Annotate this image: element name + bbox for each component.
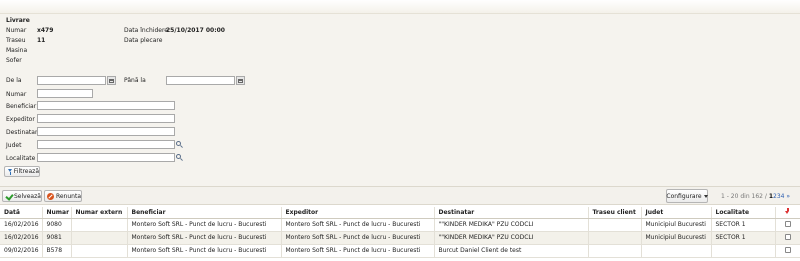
table-row[interactable]: 16/02/2016 9081 Montero Soft SRL - Punct… (0, 231, 800, 245)
row-checkbox[interactable] (784, 220, 791, 227)
cell (711, 244, 776, 258)
judet-label: Judet (6, 142, 22, 149)
cancel-icon (47, 192, 54, 200)
column-header-traseu-client[interactable]: Traseu client (588, 207, 642, 219)
numar-value: x479 (37, 27, 54, 34)
cell: B578 (42, 244, 72, 258)
cell: SECTOR 1 (711, 231, 776, 245)
pana-la-label: Până la (124, 77, 146, 84)
chevron-down-icon (703, 194, 708, 198)
cell (71, 218, 128, 232)
data-inchidere-value: 25/10/2017 00:00 (166, 27, 225, 34)
delivery-grid: Dată Numar Numar extern Beneficiar Exped… (0, 207, 800, 258)
table-row[interactable]: 09/02/2016 B578 Montero Soft SRL - Punct… (0, 244, 800, 258)
sofer-label: Sofer (6, 57, 22, 64)
beneficiar-input[interactable] (37, 101, 175, 110)
traseu-label: Traseu (6, 37, 26, 44)
pager: 1 - 20 din 162 / 1234 » (721, 193, 790, 200)
de-la-date-input[interactable] (37, 76, 106, 85)
masina-label: Masina (6, 47, 28, 54)
section-title: Livrare (6, 17, 30, 24)
pana-la-date-input[interactable] (166, 76, 235, 85)
filter-button-label: Filtrează (13, 168, 39, 175)
localitate-input[interactable] (37, 153, 175, 162)
cell: Montero Soft SRL - Punct de lucru - Bucu… (127, 231, 282, 245)
search-icon[interactable] (176, 154, 183, 162)
column-header-expeditor[interactable]: Expeditor (281, 207, 435, 219)
cell: Montero Soft SRL - Punct de lucru - Bucu… (281, 244, 435, 258)
sort-down-arrow-icon[interactable] (785, 208, 790, 215)
cell: Municipiul Bucuresti (641, 231, 712, 245)
filter-button[interactable]: Filtrează (4, 166, 40, 177)
cell (641, 244, 712, 258)
localitate-label: Localitate (6, 155, 36, 162)
filter-panel: Livrare Numar x479 Traseu 11 Masina Sofe… (0, 14, 800, 186)
grid-toolbar: Selvează Renunta Configurare 1 - 20 din … (0, 186, 800, 205)
beneficiar-label: Beneficiar (6, 103, 37, 110)
column-header-data[interactable]: Dată (0, 207, 43, 219)
data-plecare-label: Data plecare (124, 37, 163, 44)
column-header-numar[interactable]: Numar (42, 207, 72, 219)
column-header-numar-extern[interactable]: Numar extern (71, 207, 128, 219)
cell: ""KINDER MEDIKA" PZU CODCLI (434, 218, 589, 232)
cell (588, 218, 642, 232)
grid-header-row: Dată Numar Numar extern Beneficiar Exped… (0, 207, 800, 219)
check-icon (5, 193, 12, 200)
row-select-cell (775, 218, 800, 232)
column-header-select[interactable] (775, 207, 800, 219)
traseu-value: 11 (37, 37, 46, 44)
cell: Municipiul Bucuresti (641, 218, 712, 232)
numar-label: Numar (6, 27, 27, 34)
numar-input[interactable] (37, 89, 93, 98)
data-inchidere-label: Data închidere (124, 27, 168, 34)
destinatar-input[interactable] (37, 127, 175, 136)
column-header-beneficiar[interactable]: Beneficiar (127, 207, 282, 219)
column-header-destinatar[interactable]: Destinatar (434, 207, 589, 219)
cancel-button-label: Renunta (55, 192, 81, 200)
row-select-cell (775, 244, 800, 258)
search-icon[interactable] (176, 141, 183, 149)
configure-button-label: Configurare (666, 192, 702, 200)
configure-button[interactable]: Configurare (666, 189, 708, 203)
table-row[interactable]: 16/02/2016 9080 Montero Soft SRL - Punct… (0, 218, 800, 232)
cell: 16/02/2016 (0, 231, 43, 245)
cell: ""KINDER MEDIKA" PZU CODCLI (434, 231, 589, 245)
cancel-button[interactable]: Renunta (44, 190, 82, 202)
next-page-link[interactable]: » (786, 193, 790, 200)
cell (588, 244, 642, 258)
funnel-icon (8, 168, 12, 175)
save-button[interactable]: Selvează (2, 190, 42, 202)
de-la-label: De la (6, 77, 22, 84)
row-checkbox[interactable] (784, 246, 791, 253)
cell: Montero Soft SRL - Punct de lucru - Bucu… (127, 244, 282, 258)
row-checkbox[interactable] (784, 233, 791, 240)
pager-summary: 1 - 20 din 162 / (721, 193, 767, 200)
judet-input[interactable] (37, 140, 175, 149)
cell: Montero Soft SRL - Punct de lucru - Bucu… (281, 231, 435, 245)
calendar-icon[interactable] (236, 76, 245, 85)
top-strip (0, 0, 800, 14)
cell: 16/02/2016 (0, 218, 43, 232)
save-button-label: Selvează (14, 192, 41, 200)
cell: Burcut Daniel Client de test (434, 244, 589, 258)
column-header-judet[interactable]: Judet (641, 207, 712, 219)
cell: Montero Soft SRL - Punct de lucru - Bucu… (127, 218, 282, 232)
cell (71, 244, 128, 258)
cell: 9081 (42, 231, 72, 245)
cell: Montero Soft SRL - Punct de lucru - Bucu… (281, 218, 435, 232)
expeditor-input[interactable] (37, 114, 175, 123)
column-header-localitate[interactable]: Localitate (711, 207, 776, 219)
destinatar-label: Destinatar (6, 129, 38, 136)
expeditor-label: Expeditor (6, 116, 35, 123)
calendar-icon[interactable] (107, 76, 116, 85)
cell: 09/02/2016 (0, 244, 43, 258)
page-link[interactable]: 4 (781, 193, 785, 200)
numar-filter-label: Numar (6, 91, 27, 98)
cell: SECTOR 1 (711, 218, 776, 232)
row-select-cell (775, 231, 800, 245)
cell (71, 231, 128, 245)
cell: 9080 (42, 218, 72, 232)
cell (588, 231, 642, 245)
